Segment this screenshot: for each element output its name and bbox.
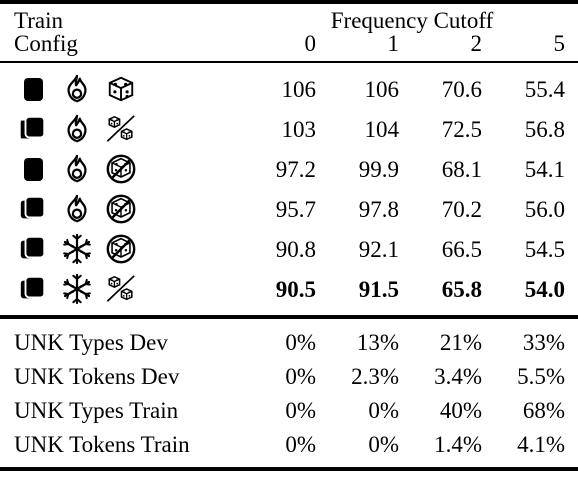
cell-value: 70.2	[441, 196, 482, 222]
fire-icon	[60, 72, 94, 106]
row-label: UNK Types Dev	[14, 329, 168, 355]
table-row: UNK Types Train 0% 0% 40% 68%	[0, 393, 578, 427]
cell-value: 103	[281, 116, 317, 142]
cell-value: 90.8	[275, 236, 316, 262]
table-row: 90.5 91.5 65.8 54.0	[0, 269, 578, 309]
double-card-icon	[16, 112, 50, 146]
double-card-icon	[16, 232, 50, 266]
results-table-figure: Train Frequency Cutoff Config 0 1 2 5 10…	[0, 0, 578, 500]
column-header-cutoff-2: 2	[470, 31, 483, 56]
header-row-1: Train Frequency Cutoff	[0, 9, 578, 32]
row-config-icons	[0, 109, 246, 149]
cell-value: 68.1	[441, 156, 482, 182]
snowflake-icon	[60, 232, 94, 266]
cell-value: 90.5	[275, 276, 316, 302]
dice-prohibited-icon	[104, 152, 138, 186]
cell-value: 13%	[356, 329, 399, 355]
row-config-icons	[0, 229, 246, 269]
table-row: UNK Tokens Train 0% 0% 1.4% 4.1%	[0, 427, 578, 461]
cell-value: 66.5	[441, 236, 482, 262]
row-label: UNK Tokens Dev	[14, 363, 180, 389]
table-row: 103 104 72.5 56.8	[0, 109, 578, 149]
cell-value: 106	[281, 76, 317, 102]
single-card-icon	[16, 152, 50, 186]
unk-bottom-spacer	[0, 461, 578, 469]
body-bottom-spacer	[0, 309, 578, 317]
dice-prohibited-icon	[104, 232, 138, 266]
column-header-cutoff-0: 0	[304, 31, 317, 56]
header-config-label: Config	[14, 31, 78, 56]
cell-value: 33%	[522, 329, 565, 355]
header-frequency-cutoff-label: Frequency Cutoff	[330, 8, 494, 33]
cell-value: 54.0	[524, 276, 565, 302]
cell-value: 4.1%	[517, 431, 565, 457]
cell-value: 68%	[522, 397, 565, 423]
dice-prohibited-icon	[104, 192, 138, 226]
row-label: UNK Types Train	[14, 397, 179, 423]
fire-icon	[60, 192, 94, 226]
row-config-icons	[0, 269, 246, 309]
row-config-icons	[0, 149, 246, 189]
table-row: UNK Types Dev 0% 13% 21% 33%	[0, 325, 578, 359]
cell-value: 1.4%	[434, 431, 482, 457]
cell-value: 92.1	[358, 236, 399, 262]
table-row: 106 106 70.6 55.4	[0, 69, 578, 109]
cell-value: 2.3%	[351, 363, 399, 389]
cell-value: 95.7	[275, 196, 316, 222]
column-header-cutoff-1: 1	[387, 31, 400, 56]
double-card-icon	[16, 272, 50, 306]
fire-icon	[60, 112, 94, 146]
cell-value: 40%	[439, 397, 482, 423]
cell-value: 97.2	[275, 156, 316, 182]
dice-icon	[104, 72, 138, 106]
cell-value: 72.5	[441, 116, 482, 142]
cell-value: 104	[364, 116, 400, 142]
fire-icon	[60, 152, 94, 186]
table-row: 90.8 92.1 66.5 54.5	[0, 229, 578, 269]
dice-slashed-icon	[104, 272, 138, 306]
cell-value: 70.6	[441, 76, 482, 102]
row-label: UNK Tokens Train	[14, 431, 190, 457]
row-config-icons	[0, 69, 246, 109]
column-header-cutoff-5: 5	[553, 31, 566, 56]
cell-value: 56.0	[524, 196, 565, 222]
cell-value: 54.5	[524, 236, 565, 262]
table-row: 97.2 99.9 68.1 54.1	[0, 149, 578, 189]
cell-value: 21%	[439, 329, 482, 355]
table-row: UNK Tokens Dev 0% 2.3% 3.4% 5.5%	[0, 359, 578, 393]
cell-value: 54.1	[524, 156, 565, 182]
row-config-icons	[0, 189, 246, 229]
snowflake-icon	[60, 272, 94, 306]
cell-value: 0%	[285, 431, 316, 457]
cell-value: 0%	[285, 363, 316, 389]
header-bottom-spacer	[0, 55, 578, 62]
single-card-icon	[16, 72, 50, 106]
results-table: Train Frequency Cutoff Config 0 1 2 5 10…	[0, 0, 578, 473]
cell-value: 65.8	[441, 276, 482, 302]
cell-value: 0%	[285, 397, 316, 423]
cell-value: 5.5%	[517, 363, 565, 389]
table-row: 95.7 97.8 70.2 56.0	[0, 189, 578, 229]
cell-value: 0%	[368, 431, 399, 457]
header-row-2: Config 0 1 2 5	[0, 32, 578, 55]
table-bottom-rule	[0, 467, 578, 473]
cell-value: 56.8	[524, 116, 565, 142]
double-card-icon	[16, 192, 50, 226]
header-train-label: Train	[14, 8, 63, 33]
cell-value: 0%	[285, 329, 316, 355]
cell-value: 0%	[368, 397, 399, 423]
cell-value: 91.5	[358, 276, 399, 302]
cell-value: 99.9	[358, 156, 399, 182]
cell-value: 3.4%	[434, 363, 482, 389]
cell-value: 106	[364, 76, 400, 102]
cell-value: 55.4	[524, 76, 565, 102]
cell-value: 97.8	[358, 196, 399, 222]
dice-slashed-icon	[104, 112, 138, 146]
